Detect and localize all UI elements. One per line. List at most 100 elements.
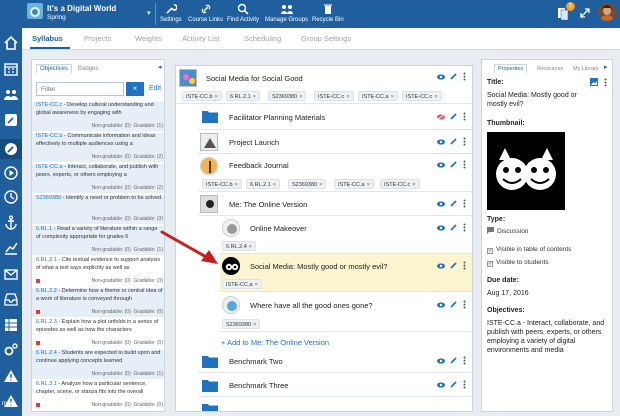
tab-my-library[interactable]: My Library [573,66,599,72]
edit-pencil-icon[interactable] [450,161,457,168]
more-vertical-icon[interactable] [463,199,466,208]
image-icon[interactable] [590,78,598,86]
item-thumbnail-large[interactable] [487,132,565,210]
pencil-square-icon[interactable] [3,112,19,128]
tag-remove-icon[interactable]: × [215,94,218,100]
objective-item[interactable]: 6.RL.2.3 - Explain how a plot unfolds in… [32,319,164,348]
more-vertical-icon[interactable] [463,261,466,270]
objective-item[interactable]: 6.RL.2.1 - Cite textual evidence to supp… [32,257,164,286]
tab-objectives[interactable]: Objectives [36,64,73,73]
edit-pencil-icon[interactable] [450,301,457,308]
objective-tag[interactable]: ISTE-CC.c × [380,179,420,189]
visibility-eye-icon[interactable] [437,382,445,388]
syllabus-item[interactable]: Benchmark Two [198,349,472,373]
collapse-right-icon[interactable]: ▸ [604,63,608,71]
gears-icon[interactable] [3,342,19,358]
user-avatar[interactable] [598,3,616,21]
visible-students-checkbox[interactable]: ✓ Visible to students [487,259,549,267]
objective-tag[interactable]: S2369380 × [288,179,327,189]
item-title[interactable]: Benchmark Two [229,357,283,366]
more-vertical-icon[interactable] [463,380,466,389]
edit-pencil-icon[interactable] [450,113,457,120]
tag-remove-icon[interactable]: × [434,94,437,100]
tab-projects[interactable]: Projects [84,34,111,43]
clear-filter-button[interactable]: × [126,82,144,96]
settings-button[interactable]: Settings [160,2,182,23]
chart-icon[interactable] [3,240,19,256]
tag-remove-icon[interactable]: × [367,182,370,188]
objective-filter-input[interactable] [36,82,124,96]
edit-pencil-icon[interactable] [450,381,457,388]
tag-remove-icon[interactable]: × [249,244,252,250]
tag-remove-icon[interactable]: × [319,182,322,188]
expand-icon[interactable] [580,8,590,18]
tag-remove-icon[interactable]: × [391,94,394,100]
hidden-eye-icon[interactable] [437,114,445,120]
grid-icon[interactable] [3,317,19,333]
play-icon[interactable] [3,165,19,181]
tab-resources[interactable]: Resources [537,66,563,72]
edit-icon[interactable] [3,141,19,157]
tab-group-settings[interactable]: Group Settings [301,34,351,43]
more-vertical-icon[interactable] [463,160,466,169]
tag-remove-icon[interactable]: × [253,94,256,100]
tag-remove-icon[interactable]: × [412,182,415,188]
edit-pencil-icon[interactable] [450,357,457,364]
course-thumbnail[interactable] [27,3,43,19]
tab-properties[interactable]: Properties [494,64,528,73]
edit-pencil-icon[interactable] [450,138,457,145]
objective-item[interactable]: 6.RL.2.2 - Determine how a theme or cent… [32,288,164,317]
item-title[interactable]: Benchmark Three [229,381,288,390]
tag-remove-icon[interactable]: × [273,182,276,188]
more-vertical-icon[interactable] [604,78,607,87]
find-activity-button[interactable]: Find Activity [227,2,259,23]
objective-tag[interactable]: S2369380 × [268,91,307,101]
objective-item[interactable]: ISTE-CC.b - Communicate information and … [32,133,164,162]
inbox-icon[interactable] [3,291,19,307]
objective-tag[interactable]: 6.RL.2.1 × [226,91,261,101]
checkbox-checked-icon[interactable]: ✓ [487,248,493,254]
visibility-eye-icon[interactable] [437,263,445,269]
more-vertical-icon[interactable] [463,356,466,365]
people-icon[interactable] [3,86,19,102]
more-link[interactable]: more [2,401,16,407]
tab-syllabus[interactable]: Syllabus [32,34,63,43]
home-icon[interactable] [3,35,19,51]
clock-icon[interactable] [3,189,19,205]
objective-tag[interactable]: ISTE-CC.a × [334,179,374,189]
item-title[interactable]: Online Makeover [250,224,307,233]
objective-tag[interactable]: ISTE-CC.b × [182,91,222,101]
visibility-eye-icon[interactable] [437,201,445,207]
manage-groups-button[interactable]: Manage Groups [265,2,308,23]
visibility-eye-icon[interactable] [437,162,445,168]
course-dropdown-icon[interactable]: ▾ [147,9,151,17]
visibility-eye-icon[interactable] [437,358,445,364]
visibility-eye-icon[interactable] [437,225,445,231]
tab-scheduling[interactable]: Scheduling [244,34,281,43]
item-title[interactable]: Social Media: Mostly good or mostly evil… [250,262,388,271]
objective-item[interactable]: 6.RL.2.4 - Students are expected to buil… [32,350,164,379]
objective-item[interactable]: 6.RL.1 - Read a variety of literature wi… [32,226,164,255]
objective-item[interactable]: S2369380 - Identify a need or problem to… [32,195,164,224]
objective-tag[interactable]: ISTE-CC.c × [402,91,442,101]
objective-item[interactable]: ISTE-CC.c - Develop cultural understandi… [32,102,164,131]
objective-tag[interactable]: ISTE-CC.a × [358,91,398,101]
more-vertical-icon[interactable] [463,223,466,232]
mail-icon[interactable] [3,266,19,282]
visible-toc-checkbox[interactable]: ✓ Visible in table of contents [487,246,571,254]
course-title[interactable]: It's a Digital World [47,4,116,13]
objective-tag[interactable]: S2369380 × [222,319,261,329]
recycle-bin-button[interactable]: Recycle Bin [312,2,344,23]
checkbox-checked-icon[interactable]: ✓ [487,261,493,267]
anchor-icon[interactable] [3,214,19,230]
syllabus-item[interactable]: Project Launch [198,130,472,154]
calendar-icon[interactable] [3,61,19,77]
edit-pencil-icon[interactable] [450,224,457,231]
item-title[interactable]: Social Media for Social Good [206,74,303,83]
syllabus-item[interactable]: Where have all the good ones gone? S2369… [220,292,472,332]
tab-weights[interactable]: Weights [135,34,162,43]
more-vertical-icon[interactable] [463,300,466,309]
visibility-eye-icon[interactable] [437,74,445,80]
edit-pencil-icon[interactable] [450,73,457,80]
tag-remove-icon[interactable]: × [299,94,302,100]
